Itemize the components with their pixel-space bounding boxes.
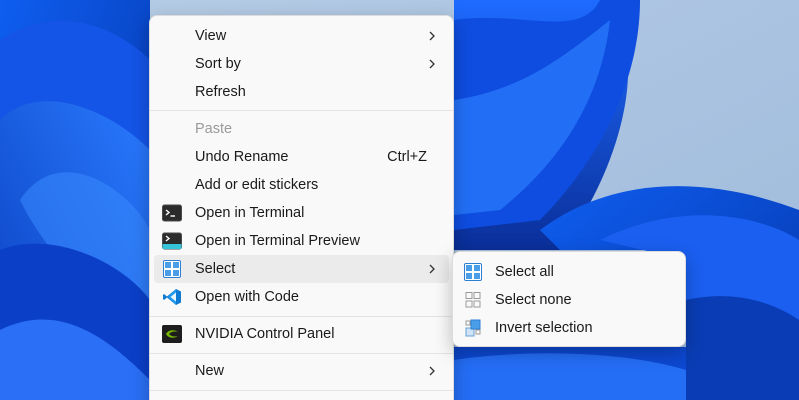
menu-item-label: Sort by: [195, 56, 241, 72]
menu-item-label: Open in Terminal: [195, 205, 305, 221]
menu-item-sort-by[interactable]: Sort by: [154, 50, 449, 78]
menu-item-label: View: [195, 28, 227, 44]
select-grid-icon: [163, 260, 181, 278]
menu-item-paste[interactable]: Paste: [154, 115, 449, 143]
submenu-item-label: Select all: [495, 264, 554, 280]
menu-item-label: Open in Terminal Preview: [195, 233, 360, 249]
select-submenu: Select all Select none Invert selection: [452, 251, 686, 347]
terminal-icon: [162, 204, 182, 222]
terminal-preview-icon: [162, 232, 182, 250]
desktop-context-menu: View Sort by Refresh Paste Undo Rename C…: [149, 15, 454, 400]
nvidia-icon: [162, 325, 182, 343]
menu-item-label: Open with Code: [195, 289, 299, 305]
menu-item-new[interactable]: New: [154, 357, 449, 385]
menu-item-label: Paste: [195, 121, 233, 137]
menu-item-shortcut: Ctrl+Z: [387, 149, 427, 165]
menu-item-view[interactable]: View: [154, 22, 449, 50]
menu-item-nvidia-control-panel[interactable]: NVIDIA Control Panel: [154, 320, 449, 348]
submenu-item-invert-selection[interactable]: Invert selection: [457, 314, 681, 342]
menu-item-undo-rename[interactable]: Undo Rename Ctrl+Z: [154, 143, 449, 171]
chevron-right-icon: [429, 264, 435, 274]
menu-item-select[interactable]: Select: [154, 255, 449, 283]
menu-item-label: Select: [195, 261, 236, 277]
menu-separator: [150, 390, 453, 391]
invert-selection-icon: [465, 319, 481, 337]
menu-item-open-in-terminal-preview[interactable]: Open in Terminal Preview: [154, 227, 449, 255]
menu-item-label: Undo Rename: [195, 149, 289, 165]
submenu-item-select-all[interactable]: Select all: [457, 258, 681, 286]
select-all-icon: [464, 263, 482, 281]
menu-item-add-or-edit-stickers[interactable]: Add or edit stickers: [154, 171, 449, 199]
menu-separator: [150, 316, 453, 317]
select-none-icon: [465, 292, 481, 308]
menu-separator: [150, 110, 453, 111]
desktop[interactable]: View Sort by Refresh Paste Undo Rename C…: [0, 0, 799, 400]
chevron-right-icon: [429, 59, 435, 69]
chevron-right-icon: [429, 366, 435, 376]
menu-separator: [150, 353, 453, 354]
menu-item-label: Add or edit stickers: [195, 177, 319, 193]
menu-item-label: New: [195, 363, 225, 379]
menu-item-refresh[interactable]: Refresh: [154, 78, 449, 106]
chevron-right-icon: [429, 31, 435, 41]
submenu-item-label: Select none: [495, 292, 572, 308]
vscode-icon: [163, 289, 181, 305]
menu-item-label: Refresh: [195, 84, 246, 100]
submenu-item-select-none[interactable]: Select none: [457, 286, 681, 314]
menu-item-open-in-terminal[interactable]: Open in Terminal: [154, 199, 449, 227]
menu-item-label: NVIDIA Control Panel: [195, 326, 335, 342]
submenu-item-label: Invert selection: [495, 320, 593, 336]
menu-item-open-with-code[interactable]: Open with Code: [154, 283, 449, 311]
